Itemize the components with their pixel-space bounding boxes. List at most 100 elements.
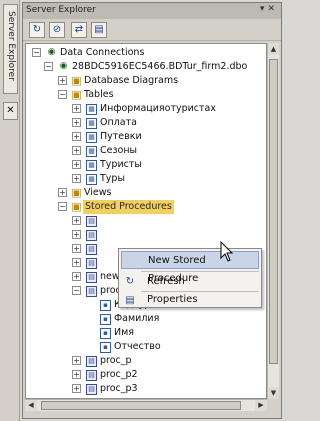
expand-icon[interactable]: + <box>58 76 67 85</box>
collapse-icon[interactable]: − <box>32 48 41 57</box>
tree-node-procedure-hidden[interactable]: + ▤ <box>26 214 116 228</box>
column-icon: ▪ <box>100 342 111 353</box>
menu-item-properties[interactable]: ▤ Properties <box>121 292 259 308</box>
connect-to-server-icon: ▤ <box>94 24 104 35</box>
expand-icon[interactable]: + <box>72 132 81 141</box>
expand-icon[interactable]: + <box>72 370 81 379</box>
tree-label: Имя <box>114 327 134 338</box>
tree-label: Туры <box>100 173 125 184</box>
expand-icon[interactable]: + <box>72 118 81 127</box>
tree-node-procedure[interactable]: + ▤ proc_p <box>26 354 266 368</box>
expand-icon[interactable]: + <box>72 216 81 225</box>
expand-icon[interactable]: + <box>72 104 81 113</box>
tree-node-views[interactable]: + ▣ Views <box>26 186 266 200</box>
scroll-left-icon[interactable]: ◀ <box>25 400 37 411</box>
horizontal-scroll-thumb[interactable] <box>41 401 241 410</box>
folder-icon: ▣ <box>71 186 82 199</box>
folder-icon: ▣ <box>71 74 82 87</box>
tree-node-connection[interactable]: − ◉ 28BDC5916EC5466.BDTur_firm2.dbo <box>26 60 266 74</box>
tree-label: Путевки <box>100 131 142 142</box>
stored-procedure-icon: ▤ <box>86 272 97 283</box>
collapse-icon[interactable]: − <box>72 286 81 295</box>
stored-procedure-icon: ▤ <box>86 384 97 395</box>
tree-label: Информацияотуристах <box>100 103 216 114</box>
menu-item-refresh[interactable]: ↻ Refresh <box>121 273 259 291</box>
refresh-button[interactable]: ↻ <box>29 22 45 38</box>
stop-button[interactable]: ⊘ <box>49 22 65 38</box>
tree-node-tables[interactable]: − ▣ Tables <box>26 88 266 102</box>
tree-node-data-connections[interactable]: − ◉ Data Connections <box>26 46 266 60</box>
expand-icon[interactable]: + <box>72 244 81 253</box>
tree-label: Туристы <box>100 159 142 170</box>
tree-node-table[interactable]: + ▦ Туристы <box>26 158 266 172</box>
tree-node-stored-procedures[interactable]: − ▣ Stored Procedures <box>26 200 266 214</box>
connect-to-database-icon: ⇄ <box>74 24 84 35</box>
server-explorer-side-tab[interactable]: Server Explorer <box>3 4 18 94</box>
expand-icon[interactable]: + <box>72 174 81 183</box>
tree-label: Отчество <box>114 341 161 352</box>
window-controls: ▾✕ <box>260 4 278 14</box>
database-icon: ◉ <box>47 47 56 57</box>
tree-node-table[interactable]: + ▦ Путевки <box>26 130 266 144</box>
tree-label: Оплата <box>100 117 137 128</box>
collapse-icon[interactable]: − <box>58 90 67 99</box>
tree-node-table[interactable]: + ▦ Оплата <box>26 116 266 130</box>
tree-node-table[interactable]: + ▦ Информацияотуристах <box>26 102 266 116</box>
tree-node-table[interactable]: + ▦ Сезоны <box>26 144 266 158</box>
menu-separator <box>141 271 259 272</box>
tree-label: Фамилия <box>114 313 160 324</box>
tree-node-procedure-hidden[interactable]: + ▤ <box>26 256 116 270</box>
expand-icon[interactable]: + <box>72 356 81 365</box>
tree-node-procedure-hidden[interactable]: + ▤ <box>26 228 116 242</box>
tree-node-procedure-hidden[interactable]: + ▤ <box>26 242 116 256</box>
scroll-up-icon[interactable]: ▲ <box>268 43 279 55</box>
server-explorer-window: Server Explorer ▾✕ ↻ ⊘ ⇄ ▤ − ◉ Data Conn… <box>22 2 282 419</box>
toolbox-icon: ✕ <box>6 105 15 116</box>
menu-item-label: Properties <box>147 294 198 305</box>
expand-icon[interactable]: + <box>72 384 81 393</box>
expand-icon[interactable]: + <box>72 272 81 281</box>
horizontal-scrollbar[interactable]: ◀ ▶ <box>25 399 267 411</box>
vertical-scrollbar[interactable]: ▲ ▼ <box>267 43 279 399</box>
stored-procedure-icon: ▤ <box>86 286 97 297</box>
tree-node-column[interactable]: ▪ Имя <box>26 326 266 340</box>
expand-icon[interactable]: + <box>72 146 81 155</box>
tree-node-table[interactable]: + ▦ Туры <box>26 172 266 186</box>
vertical-scroll-thumb[interactable] <box>269 59 278 364</box>
tree-node-column[interactable]: ▪ Отчество <box>26 340 266 354</box>
expand-icon[interactable]: + <box>72 258 81 267</box>
close-icon[interactable]: ✕ <box>267 4 278 14</box>
tree-label-selected: Stored Procedures <box>83 200 174 214</box>
server-tree: − ◉ Data Connections − ◉ 28BDC5916EC5466… <box>25 43 267 399</box>
title-bar: Server Explorer ▾✕ <box>23 3 281 19</box>
refresh-icon: ↻ <box>32 24 42 35</box>
tree-label: Data Connections <box>60 47 145 58</box>
scroll-down-icon[interactable]: ▼ <box>268 387 279 399</box>
stored-procedure-icon: ▤ <box>86 230 97 241</box>
connect-to-server-button[interactable]: ▤ <box>91 22 107 38</box>
expand-icon[interactable]: + <box>72 160 81 169</box>
expand-icon[interactable]: + <box>58 188 67 197</box>
tree-label: proc_p <box>100 355 132 366</box>
tree-node-procedure[interactable]: + ▤ proc_p2 <box>26 368 266 382</box>
mouse-cursor-icon <box>220 241 234 262</box>
column-icon: ▪ <box>100 300 111 311</box>
connect-to-database-button[interactable]: ⇄ <box>71 22 87 38</box>
column-icon: ▪ <box>100 314 111 325</box>
tree-node-procedure[interactable]: + ▤ proc_p3 <box>26 382 266 396</box>
tree-node-database-diagrams[interactable]: + ▣ Database Diagrams <box>26 74 266 88</box>
table-icon: ▦ <box>86 118 97 129</box>
collapse-icon[interactable]: − <box>58 202 67 211</box>
tree-node-column[interactable]: ▪ Фамилия <box>26 312 266 326</box>
table-icon: ▦ <box>86 104 97 115</box>
tree-label: 28BDC5916EC5466.BDTur_firm2.dbo <box>72 61 248 72</box>
refresh-icon: ↻ <box>125 276 135 287</box>
menu-item-new-stored-procedure[interactable]: New Stored Procedure <box>121 251 259 284</box>
expand-icon[interactable]: + <box>72 230 81 239</box>
table-icon: ▦ <box>86 174 97 185</box>
table-icon: ▦ <box>86 132 97 143</box>
scroll-right-icon[interactable]: ▶ <box>255 400 267 411</box>
table-icon: ▦ <box>86 146 97 157</box>
toolbox-side-tab[interactable]: ✕ <box>3 102 18 120</box>
collapse-icon[interactable]: − <box>44 62 53 71</box>
